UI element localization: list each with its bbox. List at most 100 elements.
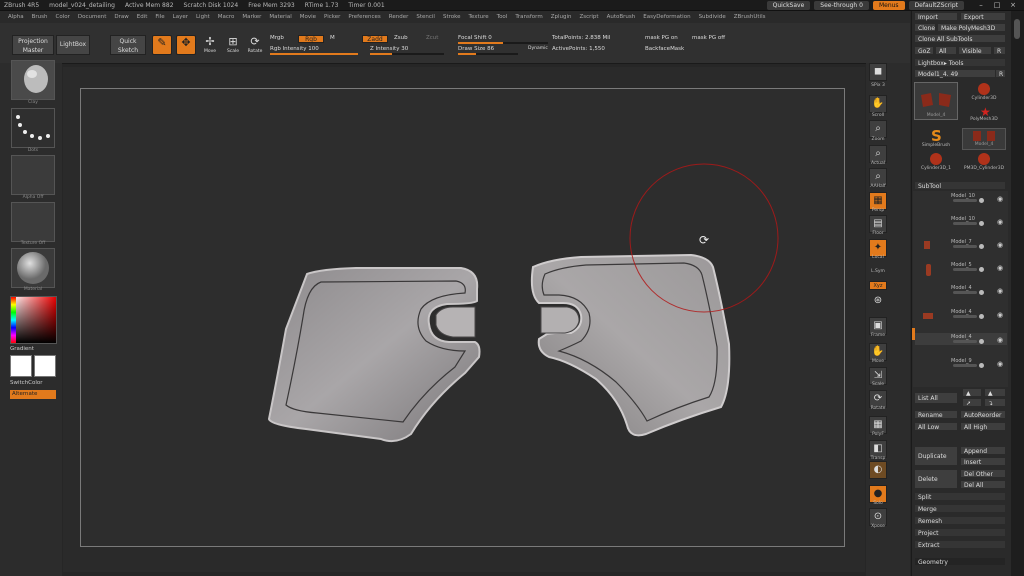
menu-autobrush[interactable]: AutoBrush	[607, 14, 636, 20]
menu-brush[interactable]: Brush	[32, 14, 48, 20]
menu-macro[interactable]: Macro	[218, 14, 235, 20]
current-tool-slider[interactable]: Model1_4. 49	[914, 69, 1000, 78]
menu-stencil[interactable]: Stencil	[416, 14, 435, 20]
model-render[interactable]: ⟳	[81, 89, 846, 548]
clone-button[interactable]: Clone	[914, 23, 936, 32]
material-thumbnail[interactable]	[11, 248, 55, 288]
extract-button[interactable]: Extract	[914, 540, 1006, 549]
menu-edit[interactable]: Edit	[137, 14, 148, 20]
menu-file[interactable]: File	[155, 14, 164, 20]
color-picker[interactable]	[10, 296, 57, 344]
eye-icon[interactable]: ◉	[997, 195, 1003, 203]
goz-visible-button[interactable]: Visible	[958, 46, 992, 55]
menu-zplugin[interactable]: Zplugin	[551, 14, 572, 20]
menus-button[interactable]: Menus	[872, 1, 905, 10]
remesh-button[interactable]: Remesh	[914, 516, 1006, 525]
merge-button[interactable]: Merge	[914, 504, 1006, 513]
make-polymesh-button[interactable]: Make PolyMesh3D	[937, 23, 1006, 32]
default-zscript-button[interactable]: DefaultZScript	[908, 1, 964, 10]
subtool-row[interactable]: Model_9 ◉	[915, 357, 1007, 369]
right-armor-plate[interactable]	[530, 253, 731, 437]
zcut-toggle[interactable]: Zcut	[426, 34, 442, 43]
menu-easydeformation[interactable]: EasyDeformation	[643, 14, 690, 20]
split-button[interactable]: Split	[914, 492, 1006, 501]
eye-icon[interactable]: ◉	[997, 360, 1003, 368]
rgb-intensity-slider[interactable]: Rgb Intensity 100	[270, 45, 358, 55]
secondary-color-swatch[interactable]	[34, 355, 56, 377]
switchcolor-button[interactable]: SwitchColor	[10, 380, 43, 386]
menu-light[interactable]: Light	[196, 14, 210, 20]
draw-size-slider[interactable]: Draw Size 86	[458, 45, 518, 55]
scrollbar-thumb[interactable]	[1014, 19, 1020, 39]
menu-tool[interactable]: Tool	[497, 14, 508, 20]
tool-thumb-pm3d-cylinder[interactable]: PM3D_Cylinder3D	[962, 152, 1006, 176]
see-through-slider[interactable]: See-through 0	[814, 1, 869, 10]
rename-button[interactable]: Rename	[914, 410, 958, 419]
subtool-header[interactable]: SubTool	[914, 181, 1006, 190]
goz-button[interactable]: GoZ	[914, 46, 934, 55]
goz-r-button[interactable]: R	[993, 46, 1006, 55]
subtool-row[interactable]: Model_10 ◉	[915, 215, 1007, 227]
arrow-right-button[interactable]: ➚	[962, 398, 982, 407]
menu-preferences[interactable]: Preferences	[348, 14, 380, 20]
m-toggle[interactable]: M	[330, 34, 340, 43]
menu-texture[interactable]: Texture	[469, 14, 489, 20]
zadd-toggle[interactable]: Zadd	[362, 35, 388, 43]
menu-layer[interactable]: Layer	[173, 14, 188, 20]
menu-draw[interactable]: Draw	[114, 14, 128, 20]
tool-thumb-cylinder[interactable]: Cylinder3D	[962, 82, 1006, 104]
focal-shift-slider[interactable]: Focal Shift 0	[458, 34, 548, 44]
spix-label[interactable]: SPix 3	[866, 83, 890, 88]
project-button[interactable]: Project	[914, 528, 1006, 537]
close-icon[interactable]: ×	[1006, 1, 1020, 9]
bpr-button[interactable]: ◼	[869, 63, 887, 81]
menu-marker[interactable]: Marker	[242, 14, 261, 20]
move-mode-button[interactable]: ✢ Move	[201, 35, 219, 54]
zoom-button[interactable]: ⌕	[869, 120, 887, 138]
tool-thumb-simplebrush[interactable]: S SimpleBrush	[914, 126, 958, 152]
menu-material[interactable]: Material	[269, 14, 291, 20]
eye-icon[interactable]: ◉	[997, 287, 1003, 295]
list-all-button[interactable]: List All	[914, 392, 958, 404]
menu-subdivide[interactable]: Subdivide	[699, 14, 726, 20]
lightbox-tools-button[interactable]: Lightbox▸ Tools	[914, 58, 1006, 67]
mrgb-toggle[interactable]: Mrgb	[270, 34, 294, 43]
alternate-button[interactable]: Alternate	[10, 390, 56, 399]
tool-thumb-cylinder1[interactable]: Cylinder3D_1	[914, 152, 958, 176]
scale-mode-button[interactable]: ⊞ Scale	[224, 35, 242, 54]
import-button[interactable]: Import	[914, 12, 958, 21]
goz-all-button[interactable]: All	[935, 46, 957, 55]
eye-icon[interactable]: ◉	[997, 264, 1003, 272]
left-armor-plate[interactable]	[267, 267, 481, 443]
menu-transform[interactable]: Transform	[515, 14, 542, 20]
rotate-mode-button[interactable]: ⟳ Rotate	[246, 35, 264, 54]
eye-icon[interactable]: ◉	[997, 311, 1003, 319]
menu-alpha[interactable]: Alpha	[8, 14, 24, 20]
menu-color[interactable]: Color	[56, 14, 70, 20]
tool-thumb-model4[interactable]: Model_4	[914, 82, 958, 120]
del-all-button[interactable]: Del All	[960, 480, 1006, 489]
mask-pg-on-button[interactable]: mask PG on	[645, 34, 689, 43]
gradient-label[interactable]: Gradient	[10, 346, 34, 352]
geometry-header[interactable]: Geometry	[914, 557, 1006, 566]
menu-render[interactable]: Render	[389, 14, 409, 20]
edit-mode-button[interactable]: ✎	[152, 35, 172, 55]
main-color-swatch[interactable]	[10, 355, 32, 377]
clone-all-subtools-button[interactable]: Clone All SubTools	[914, 34, 1006, 43]
projection-master-button[interactable]: Projection Master	[12, 35, 54, 55]
subtool-row[interactable]: Model_10 ◉	[915, 192, 1007, 204]
xyz-button[interactable]: Xyz	[869, 281, 887, 290]
menu-zbrushutils[interactable]: ZBrushUtils	[734, 14, 766, 20]
dynamic-toggle[interactable]: Dynamic	[528, 45, 552, 54]
autoreorder-button[interactable]: AutoReorder	[960, 410, 1006, 419]
eye-icon[interactable]: ◉	[997, 336, 1003, 344]
arrow-down-button[interactable]: ↴	[984, 398, 1006, 407]
insert-button[interactable]: Insert	[960, 457, 1006, 466]
maximize-icon[interactable]: □	[990, 1, 1004, 9]
mask-pg-off-button[interactable]: mask PG off	[692, 34, 738, 43]
subtool-row[interactable]: Model_4 ◉	[915, 284, 1007, 296]
current-tool-r-button[interactable]: R	[995, 69, 1006, 78]
hue-strip[interactable]	[11, 297, 16, 343]
zsub-toggle[interactable]: Zsub	[394, 34, 414, 43]
menu-movie[interactable]: Movie	[300, 14, 316, 20]
